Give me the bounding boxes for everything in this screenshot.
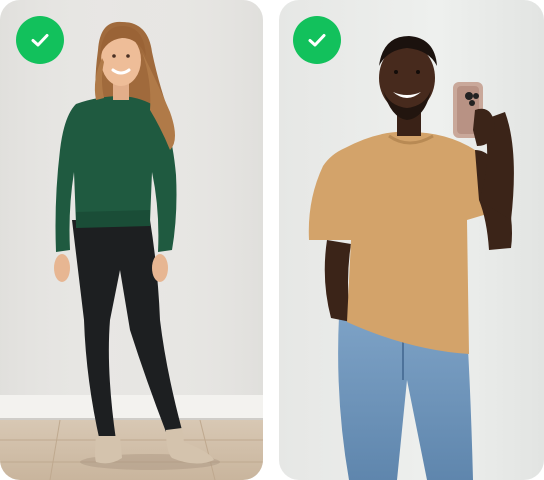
approved-badge xyxy=(16,16,64,64)
man-mirror-selfie-photo xyxy=(279,0,544,480)
check-icon xyxy=(308,34,326,47)
photo-card-man xyxy=(279,0,544,480)
approved-badge xyxy=(293,16,341,64)
woman-full-body-photo xyxy=(0,0,263,480)
photo-card-woman xyxy=(0,0,263,480)
photo-examples-grid xyxy=(0,0,544,480)
check-icon xyxy=(31,34,49,47)
